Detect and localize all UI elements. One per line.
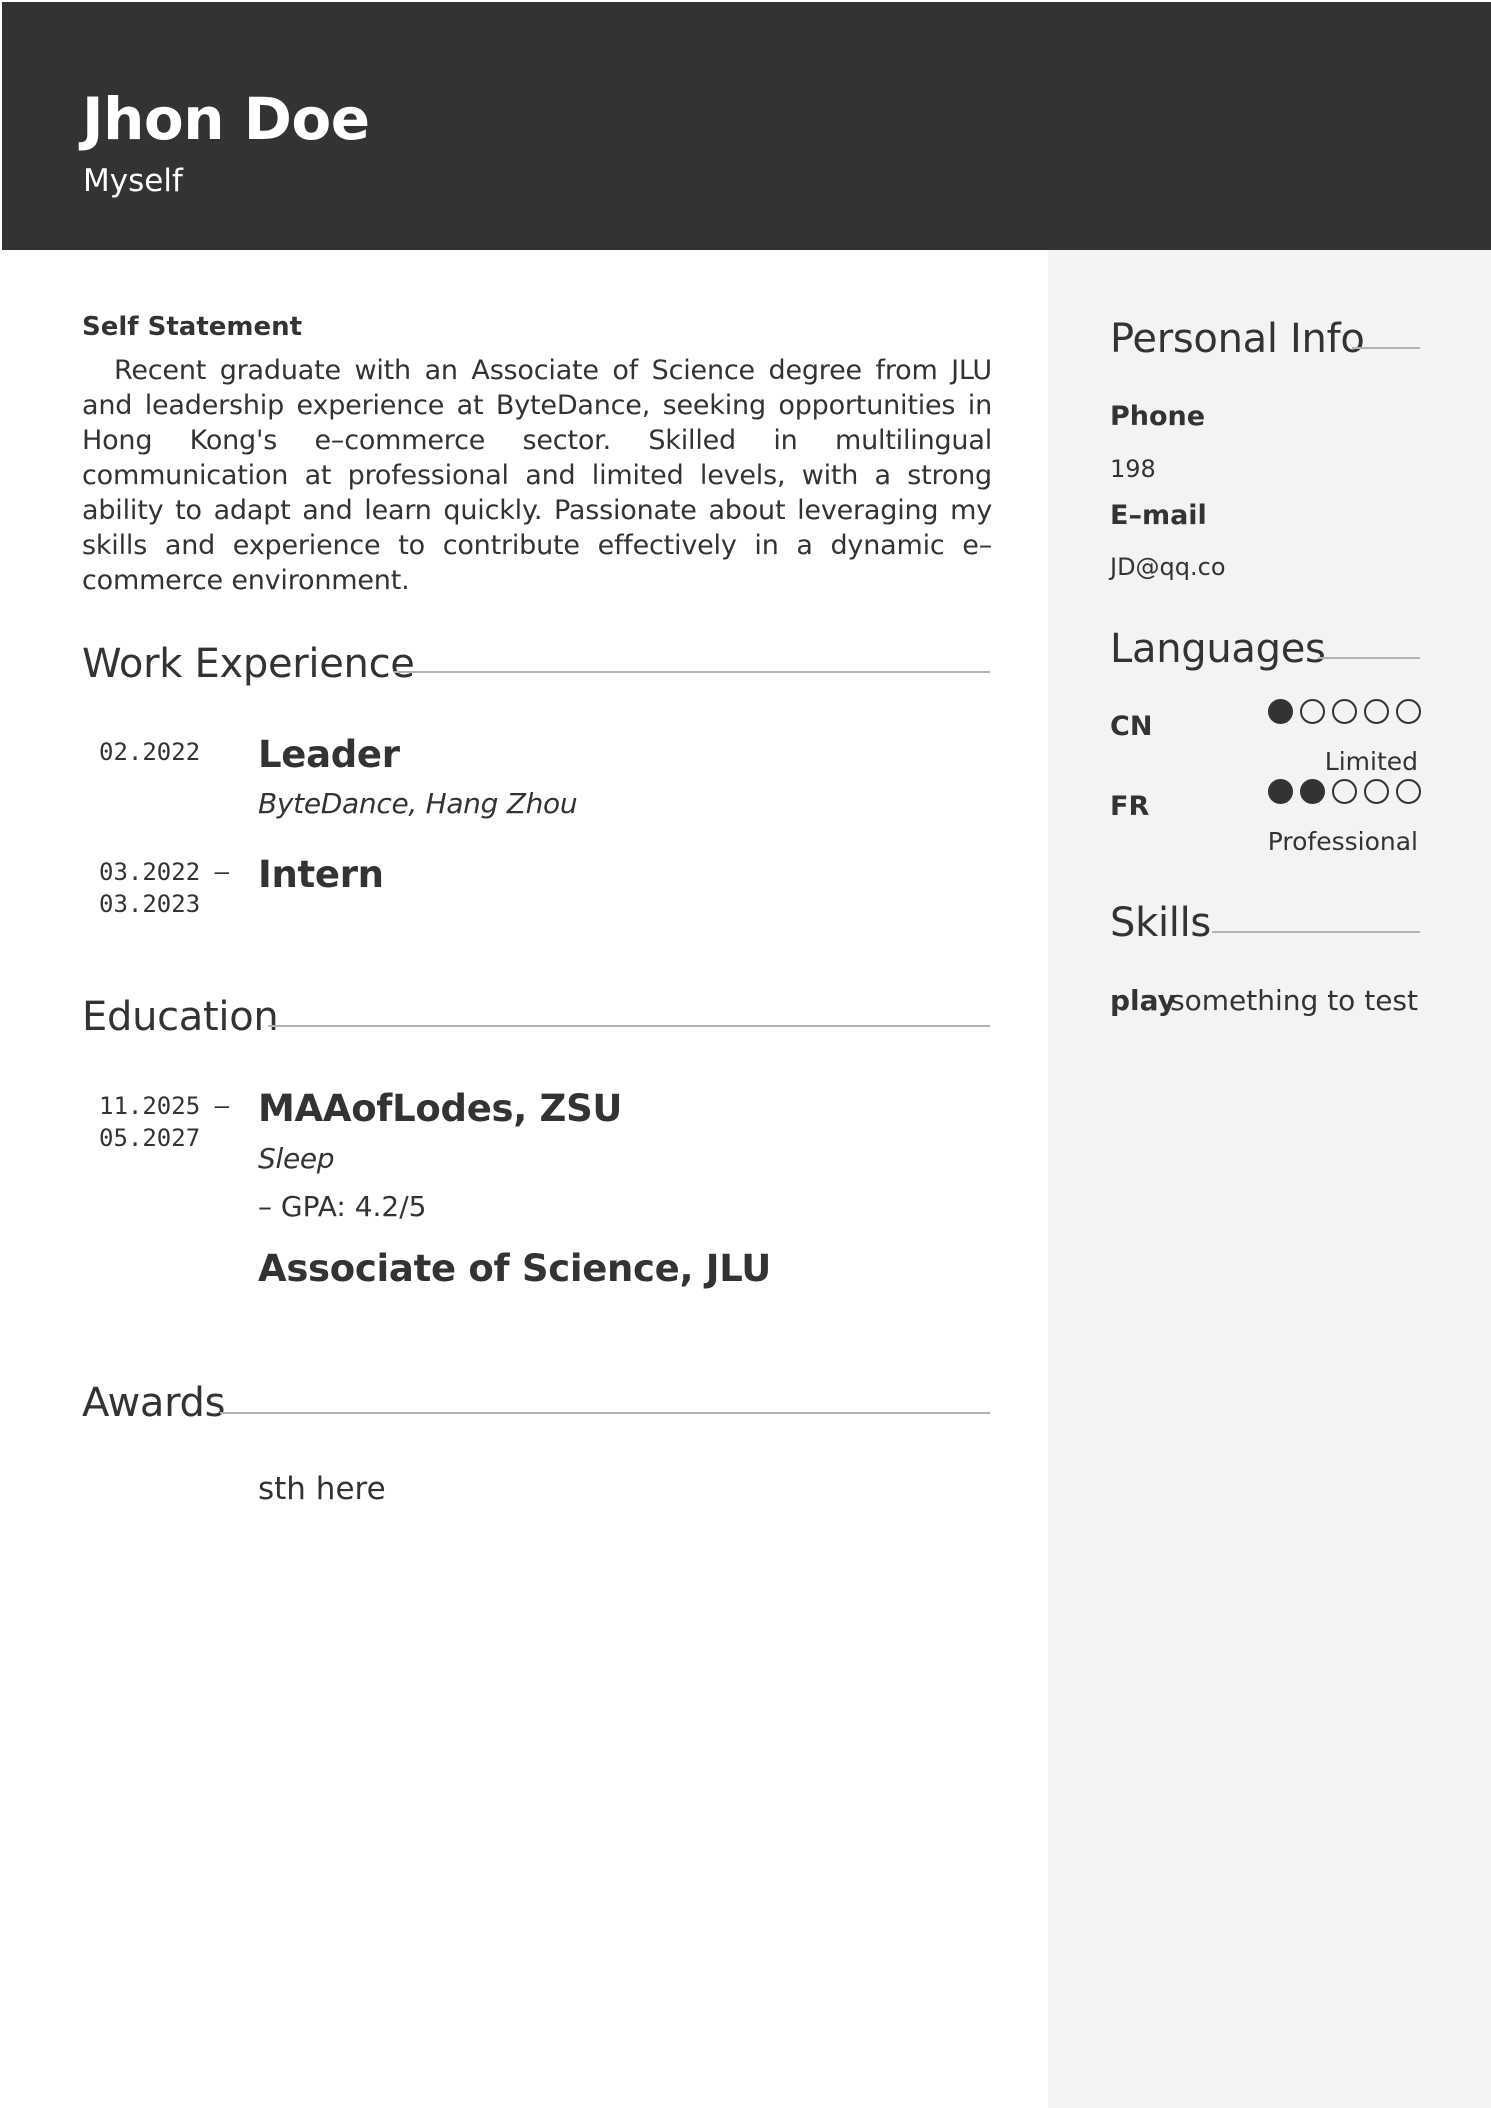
work-entry-role: Leader	[258, 733, 400, 776]
proficiency-dot	[1268, 699, 1293, 724]
person-tagline: Myself	[83, 163, 183, 199]
proficiency-dot	[1396, 699, 1421, 724]
proficiency-dot	[1364, 779, 1389, 804]
language-level: Professional	[1267, 827, 1418, 856]
language-level: Limited	[1324, 747, 1418, 776]
proficiency-dot	[1268, 779, 1293, 804]
education-title: Education	[82, 994, 279, 1040]
work-entry-role: Intern	[258, 853, 384, 896]
proficiency-dot	[1396, 779, 1421, 804]
education-entry-field: Sleep	[258, 1142, 335, 1175]
email-label: E–mail	[1110, 500, 1207, 531]
language-code: CN	[1110, 711, 1153, 742]
phone-value: 198	[1110, 455, 1156, 483]
proficiency-dot	[1332, 699, 1357, 724]
personal-info-title: Personal Info	[1110, 316, 1365, 362]
language-proficiency-dots	[1268, 699, 1421, 724]
languages-title: Languages	[1110, 626, 1326, 672]
education-entry-degree: Associate of Science, JLU	[258, 1247, 771, 1290]
work-entry-company: ByteDance, Hang Zhou	[258, 787, 578, 820]
awards-title: Awards	[82, 1380, 226, 1426]
education-entry-degree: MAAofLodes, ZSU	[258, 1087, 623, 1130]
education-entry-gpa: – GPA: 4.2/5	[258, 1190, 427, 1223]
skill-description: something to test	[1170, 984, 1418, 1017]
person-name: Jhon Doe	[82, 85, 370, 153]
proficiency-dot	[1364, 699, 1389, 724]
work-experience-title: Work Experience	[82, 641, 415, 687]
award-item: sth here	[258, 1471, 386, 1507]
skill-name: play	[1110, 984, 1176, 1017]
skills-title: Skills	[1110, 900, 1211, 946]
resume-header: Jhon Doe Myself	[2, 2, 1491, 250]
self-statement-text: Recent graduate with an Associate of Sci…	[82, 355, 992, 596]
work-entry-date: 02.2022	[99, 738, 201, 766]
proficiency-dot	[1300, 779, 1325, 804]
languages-divider	[1318, 657, 1420, 659]
work-entry-date: 03.2022 – 03.2023	[99, 858, 230, 918]
education-entry-date: 11.2025 – 05.2027	[99, 1092, 230, 1152]
language-code: FR	[1110, 791, 1150, 822]
phone-label: Phone	[1110, 401, 1206, 432]
resume-page: Jhon Doe Myself Self Statement Recent gr…	[2, 2, 1491, 2108]
education-divider	[268, 1025, 990, 1027]
email-value: JD@qq.co	[1110, 553, 1226, 581]
proficiency-dot	[1332, 779, 1357, 804]
work-experience-divider	[394, 671, 990, 673]
awards-divider	[220, 1412, 990, 1414]
language-proficiency-dots	[1268, 779, 1421, 804]
proficiency-dot	[1300, 699, 1325, 724]
self-statement-title: Self Statement	[82, 312, 303, 342]
personal-info-divider	[1352, 347, 1420, 349]
skills-divider	[1212, 931, 1420, 933]
